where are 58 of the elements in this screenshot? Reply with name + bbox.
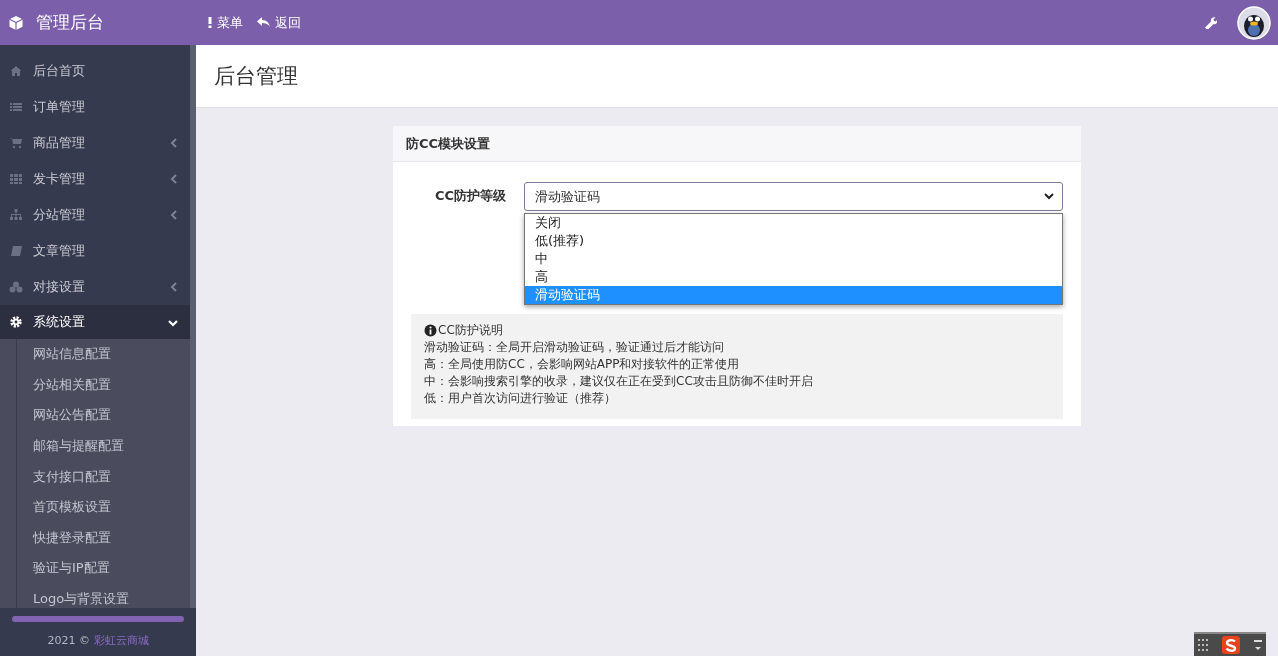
info-text: 高：全局使用防CC，会影响网站APP和对接软件的正常使用 [424,356,741,373]
info-text: 中：会影响搜索引擎的收录，建议仅在正在受到CC攻击且防御不佳时开启 [424,373,814,390]
menu-link[interactable]: 菜单 [208,13,243,32]
back-link[interactable]: 返回 [257,13,301,32]
sidebar-item[interactable]: 对接设置 [0,269,190,305]
sidebar-item[interactable]: 系统设置 [0,305,190,339]
menu-icon [10,101,22,113]
sidebar-item[interactable]: 商品管理 [0,125,190,161]
submenu-item[interactable]: 邮箱与提醒配置 [17,430,190,462]
input-method-toolbar[interactable] [1194,632,1266,656]
sidebar-item[interactable]: 发卡管理 [0,161,190,197]
sidebar-item[interactable]: 分站管理 [0,197,190,233]
dropdown-option[interactable]: 中 [525,250,1062,268]
menu-icon [10,173,22,185]
chevron-left-icon [170,281,178,292]
submenu-item[interactable]: 支付接口配置 [17,461,190,492]
chevron-left-icon [170,137,178,148]
chevron-down-icon [1044,193,1054,200]
submenu-item[interactable]: 分站相关配置 [17,369,190,401]
info-icon [424,324,437,337]
wrench-icon[interactable] [1204,16,1217,29]
chevron-left-icon [170,209,178,220]
chevron-left-icon [170,173,178,184]
dash-arrow-icon [1254,638,1262,652]
menu-icon [10,209,22,221]
info-text: 低：用户首次访问进行验证（推荐） [424,390,617,407]
page-title: 后台管理 [196,45,1278,108]
sidebar-item[interactable]: 文章管理 [0,233,190,269]
submenu-item[interactable]: Logo与背景设置 [17,583,190,608]
submenu-item[interactable]: 首页模板设置 [17,491,190,523]
avatar-icon[interactable] [1237,5,1271,40]
chevron-down-icon [168,318,178,327]
reply-arrow-icon [257,17,270,28]
s-logo-icon [1222,636,1240,654]
select-field[interactable]: 滑动验证码 [524,182,1063,211]
exclamation-icon [208,17,212,28]
sidebar-item[interactable]: 后台首页 [0,53,190,89]
info-text: 滑动验证码：全局开启滑动验证码，验证通过后才能访问 [424,339,725,356]
menu-icon [10,65,22,77]
submenu-item[interactable]: 网站公告配置 [17,400,190,431]
cube-icon [8,14,24,31]
brand-title: 管理后台 [36,11,104,34]
info-title: CC防护说明 [438,322,503,339]
menu-icon [10,137,22,149]
submenu-item[interactable]: 验证与IP配置 [17,553,190,584]
sidebar-item[interactable]: 订单管理 [0,89,190,125]
menu-icon [9,281,23,293]
field-label: CC防护等级 [433,187,507,205]
menu-icon [10,316,22,328]
footer-text: 2021 © 彩虹云商城 [47,633,149,648]
dropdown-option[interactable]: 关闭 [525,214,1062,232]
card-title: 防CC模块设置 [393,126,1081,162]
dropdown-option[interactable]: 低(推荐) [525,232,1062,250]
dots-icon [1198,639,1208,651]
menu-icon [10,245,22,257]
submenu-item[interactable]: 快捷登录配置 [17,522,190,554]
submenu-item[interactable]: 网站信息配置 [17,339,190,370]
dropdown-option[interactable]: 高 [525,268,1062,286]
